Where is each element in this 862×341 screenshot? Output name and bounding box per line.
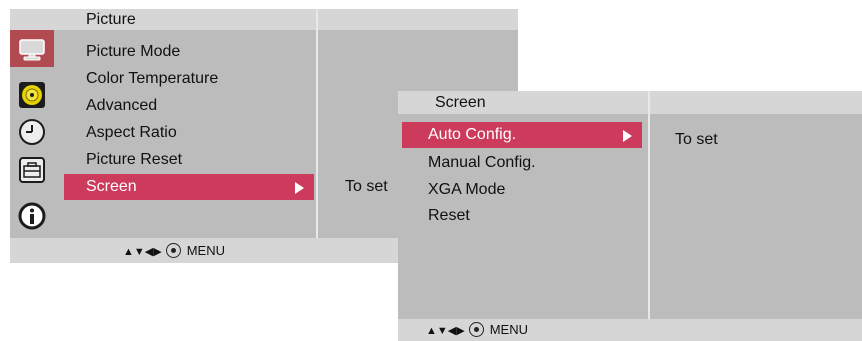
screen-submenu-title: Screen xyxy=(435,94,486,111)
submenu-item-label: Auto Config. xyxy=(428,126,517,143)
menu-hint-label: MENU xyxy=(186,243,225,258)
submenu-arrow-icon xyxy=(295,182,304,194)
submenu-item-label: Manual Config. xyxy=(428,154,536,171)
screen-submenu-header: Screen xyxy=(398,91,862,114)
menu-hint-label: MENU xyxy=(489,322,528,337)
menu-item-picture-reset[interactable]: Picture Reset xyxy=(64,147,314,173)
arrow-keys-icon: ▲▼◀▶ xyxy=(123,246,162,258)
submenu-item-auto-config[interactable]: Auto Config. xyxy=(402,122,642,148)
navigation-hint: ▲▼◀▶ MENU xyxy=(426,322,528,337)
toolbox-icon[interactable] xyxy=(18,156,46,184)
submenu-item-label: Reset xyxy=(428,207,470,224)
menu-item-label: Advanced xyxy=(86,97,158,114)
value-text: To set xyxy=(675,131,718,148)
picture-menu-title: Picture xyxy=(86,11,136,28)
clock-icon[interactable] xyxy=(18,118,46,146)
submenu-arrow-icon xyxy=(623,130,632,142)
menu-item-label: Picture Mode xyxy=(86,43,181,60)
disc-icon[interactable] xyxy=(18,81,46,109)
monitor-icon[interactable] xyxy=(18,36,46,64)
menu-item-label: Aspect Ratio xyxy=(86,124,177,141)
screen-submenu-footer: ▲▼◀▶ MENU xyxy=(398,319,862,341)
arrow-keys-icon: ▲▼◀▶ xyxy=(426,325,465,337)
menu-item-label: Color Temperature xyxy=(86,70,219,87)
submenu-item-xga-mode[interactable]: XGA Mode xyxy=(402,177,642,203)
navigation-hint: ▲▼◀▶ MENU xyxy=(123,243,225,258)
menu-item-picture-mode[interactable]: Picture Mode xyxy=(64,39,314,65)
value-text: To set xyxy=(345,178,388,195)
submenu-item-manual-config[interactable]: Manual Config. xyxy=(402,150,642,176)
screen-submenu-divider xyxy=(648,91,650,341)
picture-menu-header: Picture xyxy=(10,9,518,30)
picture-menu-divider xyxy=(316,9,318,263)
info-icon[interactable] xyxy=(18,202,46,230)
menu-item-label: Screen xyxy=(86,178,137,195)
submenu-item-reset[interactable]: Reset xyxy=(402,203,642,229)
menu-item-screen[interactable]: Screen xyxy=(64,174,314,200)
menu-item-color-temperature[interactable]: Color Temperature xyxy=(64,66,314,92)
menu-item-advanced[interactable]: Advanced xyxy=(64,93,314,119)
screen-submenu: Screen Auto Config. Manual Config. XGA M… xyxy=(398,91,862,341)
menu-item-aspect-ratio[interactable]: Aspect Ratio xyxy=(64,120,314,146)
submenu-item-label: XGA Mode xyxy=(428,181,506,198)
ok-button-icon xyxy=(468,322,484,337)
menu-item-label: Picture Reset xyxy=(86,151,183,168)
ok-button-icon xyxy=(165,243,181,258)
